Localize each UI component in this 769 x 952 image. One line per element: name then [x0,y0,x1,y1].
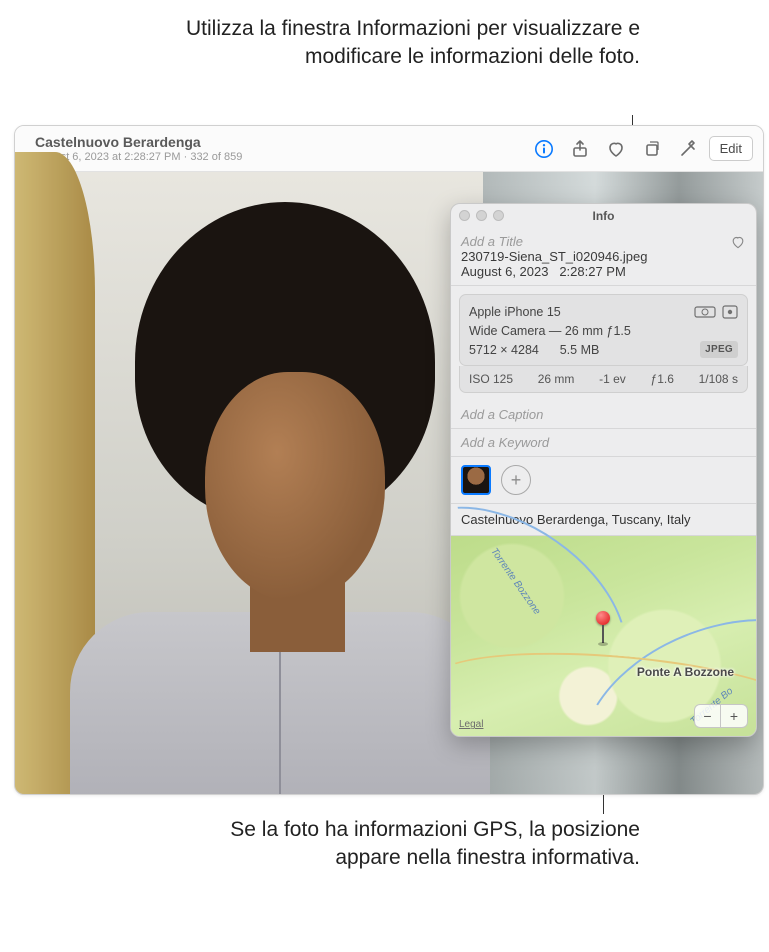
map-pin-icon[interactable] [596,611,610,646]
format-badge: JPEG [700,341,738,358]
add-person-button[interactable]: + [501,465,531,495]
map-zoom-out-button[interactable]: − [695,705,721,727]
rotate-button[interactable] [637,134,667,164]
callout-top-text: Utilizza la finestra Informazioni per vi… [180,15,640,72]
camera-lens: Wide Camera — 26 mm ƒ1.5 [469,322,631,341]
callout-bottom-text: Se la foto ha informazioni GPS, la posiz… [190,816,640,873]
enhance-button[interactable] [673,134,703,164]
exif-iso: ISO 125 [469,372,513,386]
photo-location-title: Castelnuovo Berardenga [35,134,529,150]
titlebar: Castelnuovo Berardenga August 6, 2023 at… [15,126,763,172]
exif-row: ISO 125 26 mm -1 ev ƒ1.6 1/108 s [459,366,748,393]
add-keyword-field[interactable]: Add a Keyword [461,435,746,450]
people-row: + [451,457,756,504]
camera-resolution: 5712 × 4284 [469,343,539,357]
info-button[interactable] [529,134,559,164]
plus-icon: + [511,470,522,491]
camera-info-box: Apple iPhone 15 Wide Camera — 26 mm ƒ1.5 [459,294,748,366]
photos-app-window: Castelnuovo Berardenga August 6, 2023 at… [14,125,764,795]
map-place-label: Ponte A Bozzone [637,666,734,679]
keyword-section: Add a Keyword [451,429,756,457]
edit-button[interactable]: Edit [709,136,753,161]
add-caption-field[interactable]: Add a Caption [461,407,746,422]
photo-viewport[interactable]: Info Add a Title 230719-Siena_ST_i020946… [15,172,763,794]
info-favorite-icon[interactable] [730,234,746,250]
info-time: 2:28:27 PM [559,264,626,279]
share-button[interactable] [565,134,595,164]
exif-shutter: 1/108 s [699,372,738,386]
info-filename: 230719-Siena_ST_i020946.jpeg [461,249,746,264]
raw-wb-icon [694,305,716,319]
metering-icon [722,305,738,319]
info-panel-titlebar[interactable]: Info [451,204,756,228]
camera-filesize: 5.5 MB [560,343,600,357]
info-title-section: Add a Title 230719-Siena_ST_i020946.jpeg… [451,228,756,286]
caption-section: Add a Caption [451,401,756,429]
zoom-icon[interactable] [493,210,504,221]
minimize-icon[interactable] [476,210,487,221]
add-title-field[interactable]: Add a Title [461,234,746,249]
exif-aperture: ƒ1.6 [651,372,674,386]
camera-device: Apple iPhone 15 [469,303,561,322]
info-date: August 6, 2023 [461,264,548,279]
photo-date-counter: August 6, 2023 at 2:28:27 PM · 332 of 85… [35,151,529,163]
photo-subject-face [205,372,385,602]
map-legal-link[interactable]: Legal [459,719,483,730]
close-icon[interactable] [459,210,470,221]
location-map[interactable]: Torrente Bozzone Torrente Bo Ponte A Boz… [451,536,756,736]
favorite-button[interactable] [601,134,631,164]
info-panel: Info Add a Title 230719-Siena_ST_i020946… [450,203,757,737]
map-zoom-control: − + [694,704,748,728]
window-traffic-lights[interactable] [459,210,504,221]
map-zoom-in-button[interactable]: + [721,705,747,727]
detected-face-thumb[interactable] [461,465,491,495]
exif-focal: 26 mm [538,372,575,386]
info-panel-title: Info [593,209,615,223]
exif-ev: -1 ev [599,372,626,386]
